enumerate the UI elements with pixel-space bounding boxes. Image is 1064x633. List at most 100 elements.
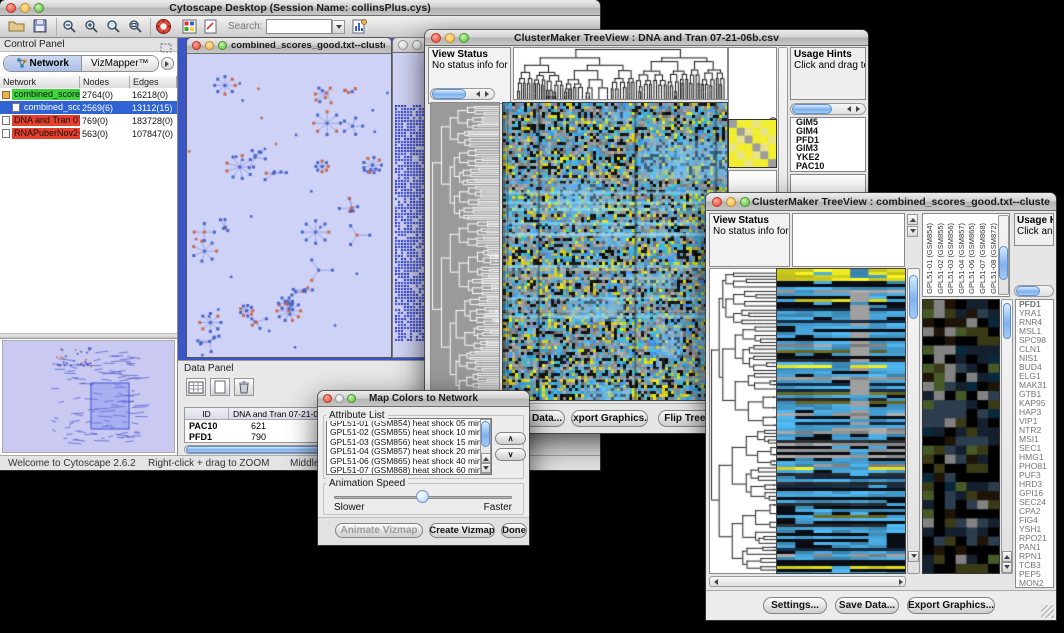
- birdseye-view[interactable]: [2, 340, 175, 453]
- column-label[interactable]: GPL51-02 (GSM855): [936, 223, 947, 294]
- scroll-up-icon[interactable]: [907, 214, 918, 225]
- column-header[interactable]: Nodes: [80, 76, 130, 88]
- minimize-button[interactable]: [20, 3, 30, 13]
- open-session-icon[interactable]: [8, 19, 25, 38]
- global-heatmap-canvas[interactable]: [777, 269, 905, 573]
- export-graphics-button[interactable]: Export Graphics...: [907, 597, 995, 614]
- network-list-row[interactable]: DNA and Tran 07 769(0) 183728(0): [0, 114, 177, 127]
- row-dendrogram-canvas[interactable]: [710, 269, 777, 573]
- minimize-button[interactable]: [335, 394, 344, 403]
- network-canvas[interactable]: [187, 54, 391, 357]
- column-label[interactable]: GPL51-03 (GSM856): [946, 223, 957, 294]
- column-dendrogram-panel[interactable]: [513, 47, 728, 100]
- tab-overflow-icon[interactable]: [161, 57, 174, 70]
- network-list-row[interactable]: combined_scores_ 2764(0) 16218(0): [0, 88, 177, 101]
- id-column-header[interactable]: ID: [185, 408, 229, 420]
- scroll-right-icon[interactable]: [482, 89, 493, 99]
- dense-network-view[interactable]: [395, 105, 425, 341]
- zoom-hscrollbar[interactable]: [1014, 285, 1054, 297]
- close-button[interactable]: [6, 3, 16, 13]
- global-heatmap-panel[interactable]: [776, 268, 906, 574]
- cytoscape-titlebar[interactable]: Cytoscape Desktop (Session Name: collins…: [0, 0, 600, 16]
- export-graphics-button[interactable]: Export Graphics...: [571, 410, 648, 427]
- scroll-down-icon[interactable]: [1002, 562, 1012, 573]
- select-attributes-icon[interactable]: [186, 378, 206, 396]
- treeview1-titlebar[interactable]: ClusterMaker TreeView : DNA and Tran 07-…: [425, 30, 868, 46]
- row-label[interactable]: PAC10: [791, 162, 865, 171]
- scroll-down-icon[interactable]: [908, 551, 919, 562]
- minimize-button[interactable]: [412, 40, 422, 50]
- column-label[interactable]: GPL51-06 (GSM865): [967, 223, 978, 294]
- zoom-window-button[interactable]: [218, 41, 227, 50]
- scrollbar-thumb[interactable]: [792, 104, 832, 114]
- zoom-heatmap-canvas[interactable]: [729, 120, 776, 167]
- resize-grip[interactable]: [1041, 605, 1054, 618]
- save-session-icon[interactable]: [33, 19, 47, 38]
- close-button[interactable]: [712, 197, 722, 207]
- vizmapper-icon[interactable]: [182, 19, 197, 39]
- row-dendrogram-panel[interactable]: [430, 102, 500, 401]
- network-stats-icon[interactable]: [352, 18, 367, 39]
- network-view-window[interactable]: combined_scores_good.txt--cluste...: [186, 37, 392, 358]
- row-dendrogram-panel[interactable]: [709, 268, 778, 574]
- attribute-item[interactable]: GPL51-07 (GSM868) heat shock 60 min: [327, 466, 491, 475]
- list-vscrollbar[interactable]: [480, 419, 491, 474]
- global-heatmap-canvas[interactable]: [503, 103, 727, 400]
- tab-vizmapper[interactable]: VizMapper™: [82, 56, 159, 71]
- tab-network[interactable]: Network: [4, 56, 82, 71]
- move-down-button[interactable]: ∨: [495, 448, 526, 461]
- annotation-icon[interactable]: [204, 19, 218, 39]
- scrollbar-thumb[interactable]: [432, 89, 466, 99]
- scrollbar-thumb[interactable]: [909, 275, 918, 319]
- scrollbar-thumb[interactable]: [999, 246, 1008, 280]
- minimize-button[interactable]: [205, 41, 214, 50]
- zoom-out-icon[interactable]: [62, 19, 77, 39]
- save-data-button[interactable]: Save Data...: [835, 597, 899, 614]
- settings-button[interactable]: Settings...: [763, 597, 827, 614]
- column-header[interactable]: Edges: [130, 76, 177, 88]
- network-view-titlebar[interactable]: combined_scores_good.txt--cluste...: [187, 38, 391, 54]
- zoom-in-icon[interactable]: [84, 19, 99, 39]
- help-lifering-icon[interactable]: [155, 18, 172, 40]
- column-dendrogram-canvas[interactable]: [514, 48, 727, 99]
- search-input[interactable]: [266, 19, 332, 34]
- done-button[interactable]: Done: [501, 523, 527, 538]
- scroll-left-icon[interactable]: [710, 577, 720, 586]
- column-label[interactable]: GPL51-07 (GSM868): [978, 223, 989, 294]
- heatmap-vscrollbar[interactable]: [907, 268, 920, 574]
- scrollbar-thumb[interactable]: [1016, 286, 1040, 296]
- zoom-window-button[interactable]: [347, 394, 356, 403]
- labels-vscrollbar[interactable]: [998, 215, 1009, 295]
- search-dropdown-icon[interactable]: [332, 20, 345, 34]
- bottom-hscrollbar[interactable]: [709, 576, 906, 587]
- row-dendrogram-canvas[interactable]: [431, 103, 499, 400]
- zoom-heatmap-canvas[interactable]: [923, 300, 999, 573]
- close-button[interactable]: [398, 40, 408, 50]
- close-button[interactable]: [431, 33, 441, 43]
- network-list-row[interactable]: RNAPuberNov2+ 563(0) 107847(0): [0, 127, 177, 140]
- close-button[interactable]: [192, 41, 201, 50]
- zoom-heatmap-panel[interactable]: [728, 119, 777, 168]
- gene-label[interactable]: MON2: [1016, 579, 1053, 588]
- scroll-down-icon[interactable]: [907, 226, 918, 237]
- panel-divider[interactable]: [0, 333, 177, 339]
- zoom-hscrollbar[interactable]: [790, 103, 866, 115]
- create-vizmap-button[interactable]: Create Vizmap: [429, 523, 495, 538]
- minimize-button[interactable]: [726, 197, 736, 207]
- zoom-vscrollbar[interactable]: [1001, 299, 1013, 574]
- scrollbar-thumb[interactable]: [481, 421, 490, 447]
- birdseye-canvas[interactable]: [3, 341, 174, 452]
- delete-attribute-icon[interactable]: [234, 378, 254, 396]
- zoom-heatmap-panel[interactable]: [922, 299, 1000, 574]
- dialog-titlebar[interactable]: Map Colors to Network: [318, 391, 529, 407]
- close-button[interactable]: [323, 394, 332, 403]
- float-panel-icon[interactable]: [160, 40, 172, 58]
- column-label[interactable]: GPL51-04 (GSM857): [957, 223, 968, 294]
- scroll-right-icon[interactable]: [896, 577, 906, 586]
- zoom-selected-icon[interactable]: [106, 19, 121, 39]
- move-up-button[interactable]: ∧: [495, 432, 526, 445]
- scrollbar-thumb[interactable]: [1003, 303, 1011, 339]
- column-label[interactable]: GPL51-01 (GSM854): [925, 223, 936, 294]
- network-list-row[interactable]: combined_sco 2569(6) 13112(15): [0, 101, 177, 114]
- column-dendrogram-panel[interactable]: [792, 213, 905, 267]
